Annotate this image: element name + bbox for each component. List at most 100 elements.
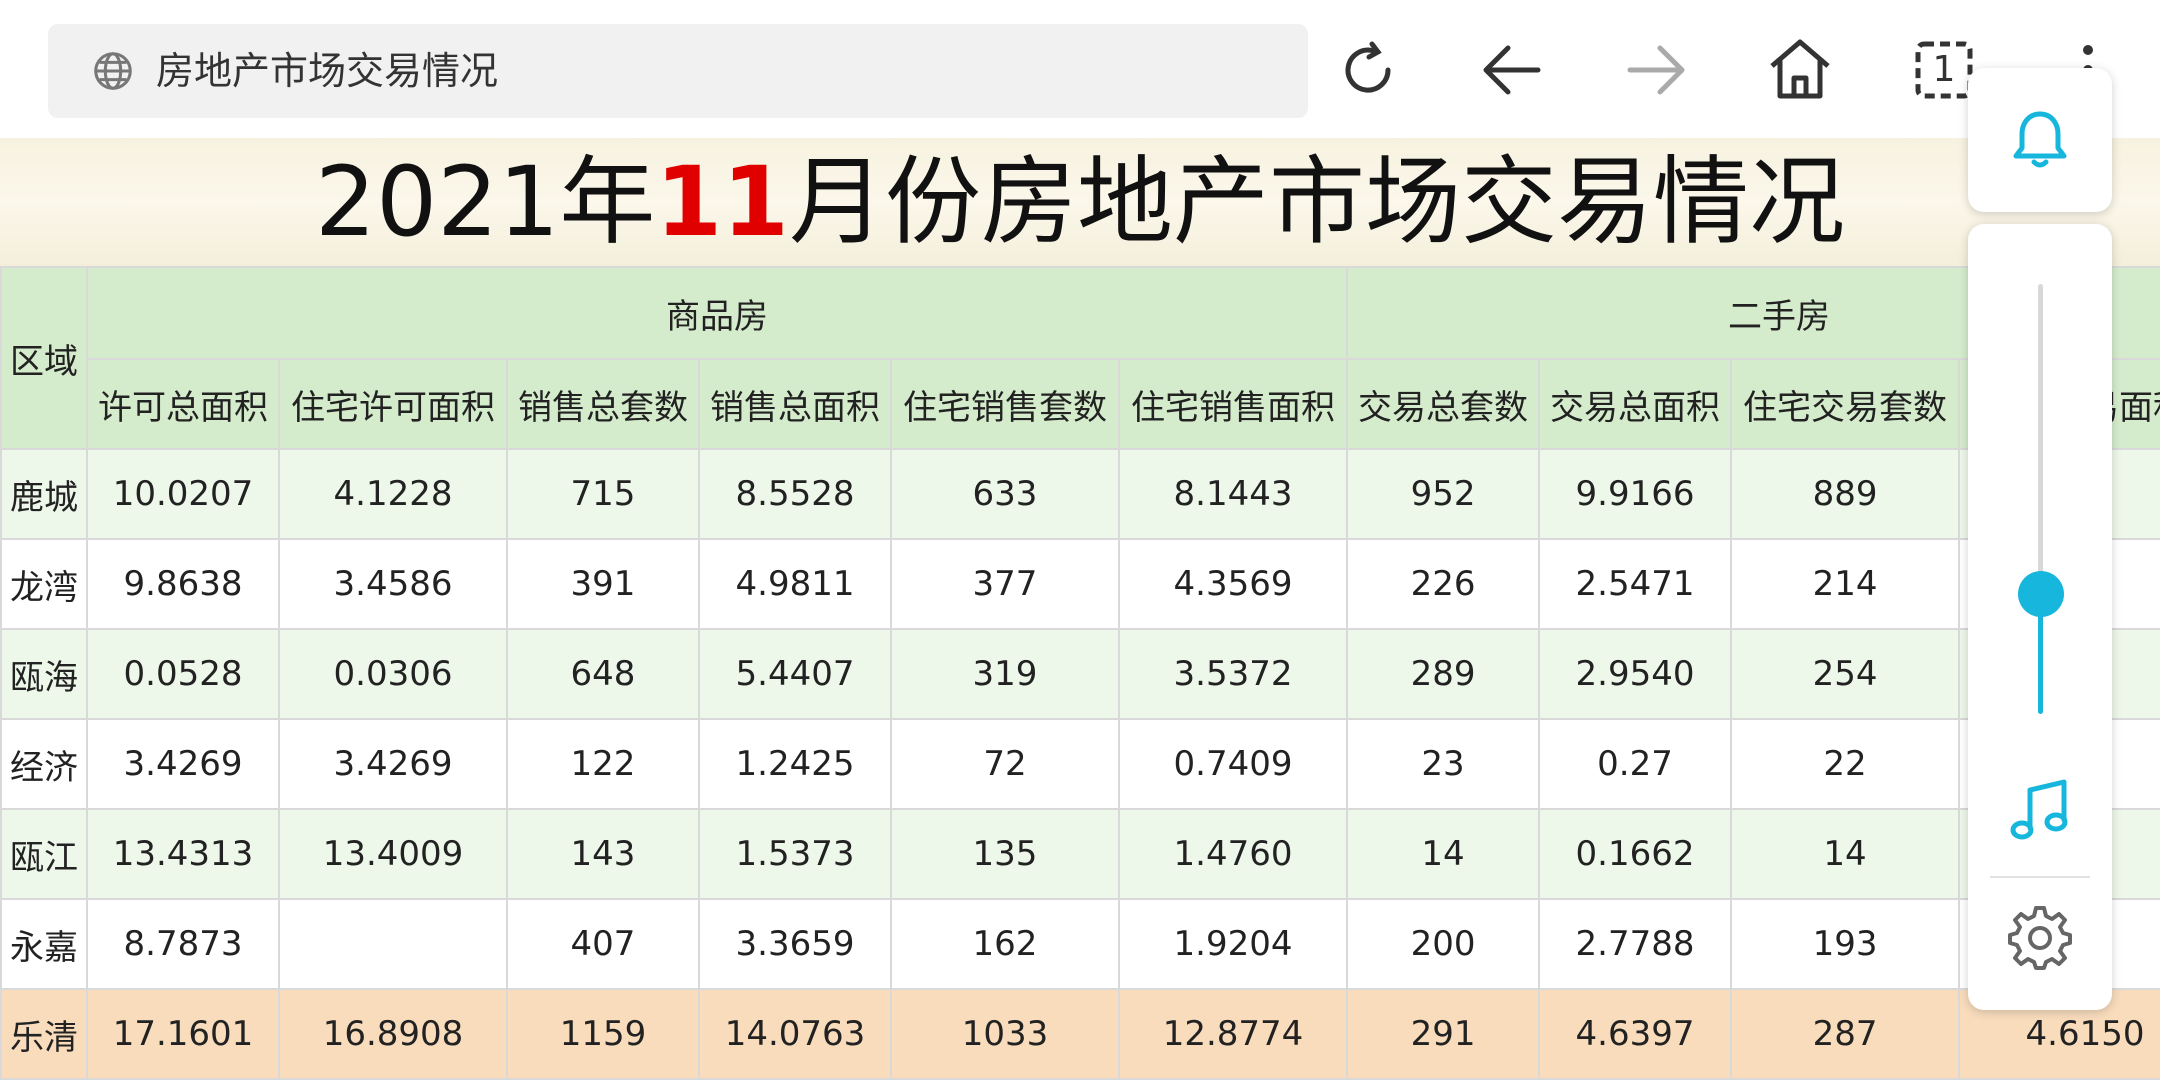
- col-header: 销售总套数: [506, 358, 700, 450]
- page-title: 2021年11月份房地产市场交易情况: [0, 138, 2160, 266]
- table-cell: 287: [1730, 988, 1961, 1080]
- table-cell: 254: [1730, 628, 1961, 720]
- table-cell: 3.4269: [86, 718, 280, 810]
- table-cell: 0.1662: [1538, 808, 1733, 900]
- table-cell: 122: [506, 718, 700, 810]
- table-row: 龙湾 9.8638 3.4586 391 4.9811 377 4.3569 2…: [0, 538, 2160, 630]
- table-row: 乐清 17.1601 16.8908 1159 14.0763 1033 12.…: [0, 988, 2160, 1080]
- table-cell: [278, 898, 508, 990]
- table-cell: 13.4313: [86, 808, 280, 900]
- globe-icon: [94, 52, 132, 90]
- table-cell: 633: [890, 448, 1120, 540]
- table-cell: 391: [506, 538, 700, 630]
- table-cell: 377: [890, 538, 1120, 630]
- table-cell: 13.4009: [278, 808, 508, 900]
- home-button[interactable]: [1760, 30, 1840, 110]
- region-cell: 瓯海: [0, 628, 88, 720]
- table-cell: 135: [890, 808, 1120, 900]
- forward-button[interactable]: [1616, 30, 1696, 110]
- col-header: 交易总套数: [1346, 358, 1541, 450]
- table-cell: 889: [1730, 448, 1961, 540]
- col-header: 住宅许可面积: [278, 358, 508, 450]
- table-cell: 9.9166: [1538, 448, 1733, 540]
- col-header: 许可总面积: [86, 358, 280, 450]
- table-cell: 72: [890, 718, 1120, 810]
- table-cell: 3.4269: [278, 718, 508, 810]
- reload-icon: [1345, 41, 1391, 93]
- table-cell: 0.0306: [278, 628, 508, 720]
- col-header: 住宅销售套数: [890, 358, 1120, 450]
- col-header: 销售总面积: [698, 358, 892, 450]
- table-cell: 1159: [506, 988, 700, 1080]
- bell-icon: [2013, 111, 2067, 168]
- table-cell: 1.5373: [698, 808, 892, 900]
- page-header: 2021年11月份房地产市场交易情况: [0, 138, 2160, 266]
- address-bar[interactable]: 房地产市场交易情况: [48, 24, 1308, 118]
- table-cell: 289: [1346, 628, 1541, 720]
- reload-button[interactable]: [1328, 30, 1408, 110]
- title-suffix: 月份房地产市场交易情况: [788, 146, 1845, 258]
- table-cell: 16.8908: [278, 988, 508, 1080]
- col-header: 交易总面积: [1538, 358, 1733, 450]
- col-header: 住宅交易套数: [1730, 358, 1961, 450]
- media-control-panel: [1968, 224, 2112, 1010]
- table-cell: 291: [1346, 988, 1541, 1080]
- region-cell: 龙湾: [0, 538, 88, 630]
- notification-button[interactable]: [1968, 68, 2112, 212]
- table-cell: 226: [1346, 538, 1541, 630]
- table-cell: 5.4407: [698, 628, 892, 720]
- table-cell: 319: [890, 628, 1120, 720]
- market-table: 区域 商品房 二手房 许可总面积 住宅许可面积 销售总套数 销售总面积 住宅销售…: [0, 266, 2160, 1080]
- table-cell: 1.9204: [1117, 898, 1349, 990]
- group-header-new-homes: 商品房: [85, 266, 1349, 360]
- volume-slider-thumb[interactable]: [2018, 570, 2064, 617]
- table-cell: 1.2425: [698, 718, 892, 810]
- table-cell: 162: [890, 898, 1120, 990]
- music-note-icon[interactable]: [2004, 774, 2076, 846]
- table-cell: 8.7873: [86, 898, 280, 990]
- table-cell: 1.4760: [1117, 808, 1349, 900]
- table-row: 瓯海 0.0528 0.0306 648 5.4407 319 3.5372 2…: [0, 628, 2160, 720]
- table-cell: 4.1228: [278, 448, 508, 540]
- region-cell: 瓯江: [0, 808, 88, 900]
- table-cell: 3.5372: [1117, 628, 1349, 720]
- table-cell: 715: [506, 448, 700, 540]
- browser-toolbar: 房地产市场交易情况 1: [0, 0, 2160, 138]
- table-cell: 14.0763: [698, 988, 892, 1080]
- table-cell: 12.8774: [1117, 988, 1349, 1080]
- table-cell: 2.9540: [1538, 628, 1733, 720]
- panel-divider: [1990, 876, 2090, 878]
- gear-icon[interactable]: [2006, 904, 2074, 972]
- table-cell: 4.6397: [1538, 988, 1733, 1080]
- back-button[interactable]: [1472, 30, 1552, 110]
- table-cell: 648: [506, 628, 700, 720]
- table-cell: 3.4586: [278, 538, 508, 630]
- title-prefix: 2021年: [315, 146, 656, 258]
- table-cell: 2.7788: [1538, 898, 1733, 990]
- table-cell: 193: [1730, 898, 1961, 990]
- table-cell: 1033: [890, 988, 1120, 1080]
- address-bar-text: 房地产市场交易情况: [156, 49, 499, 93]
- table-cell: 0.27: [1538, 718, 1733, 810]
- region-cell: 永嘉: [0, 898, 88, 990]
- table-cell: 14: [1346, 808, 1541, 900]
- region-header: 区域: [0, 266, 88, 450]
- table-row: 经济 3.4269 3.4269 122 1.2425 72 0.7409 23…: [0, 718, 2160, 810]
- table-cell: 0.7409: [1117, 718, 1349, 810]
- data-table-container[interactable]: 区域 商品房 二手房 许可总面积 住宅许可面积 销售总套数 销售总面积 住宅销售…: [0, 266, 2160, 1080]
- table-cell: 10.0207: [86, 448, 280, 540]
- title-month: 11: [655, 146, 789, 258]
- table-row: 鹿城 10.0207 4.1228 715 8.5528 633 8.1443 …: [0, 448, 2160, 540]
- region-cell: 经济: [0, 718, 88, 810]
- table-cell: 200: [1346, 898, 1541, 990]
- table-cell: 4.9811: [698, 538, 892, 630]
- table-cell: 14: [1730, 808, 1961, 900]
- col-header: 住宅销售面积: [1117, 358, 1349, 450]
- table-row: 永嘉 8.7873 407 3.3659 162 1.9204 200 2.77…: [0, 898, 2160, 990]
- region-cell: 乐清: [0, 988, 88, 1080]
- home-icon: [1770, 39, 1830, 99]
- table-row: 瓯江 13.4313 13.4009 143 1.5373 135 1.4760…: [0, 808, 2160, 900]
- table-cell: 952: [1346, 448, 1541, 540]
- table-cell: 2.5471: [1538, 538, 1733, 630]
- table-cell: 9.8638: [86, 538, 280, 630]
